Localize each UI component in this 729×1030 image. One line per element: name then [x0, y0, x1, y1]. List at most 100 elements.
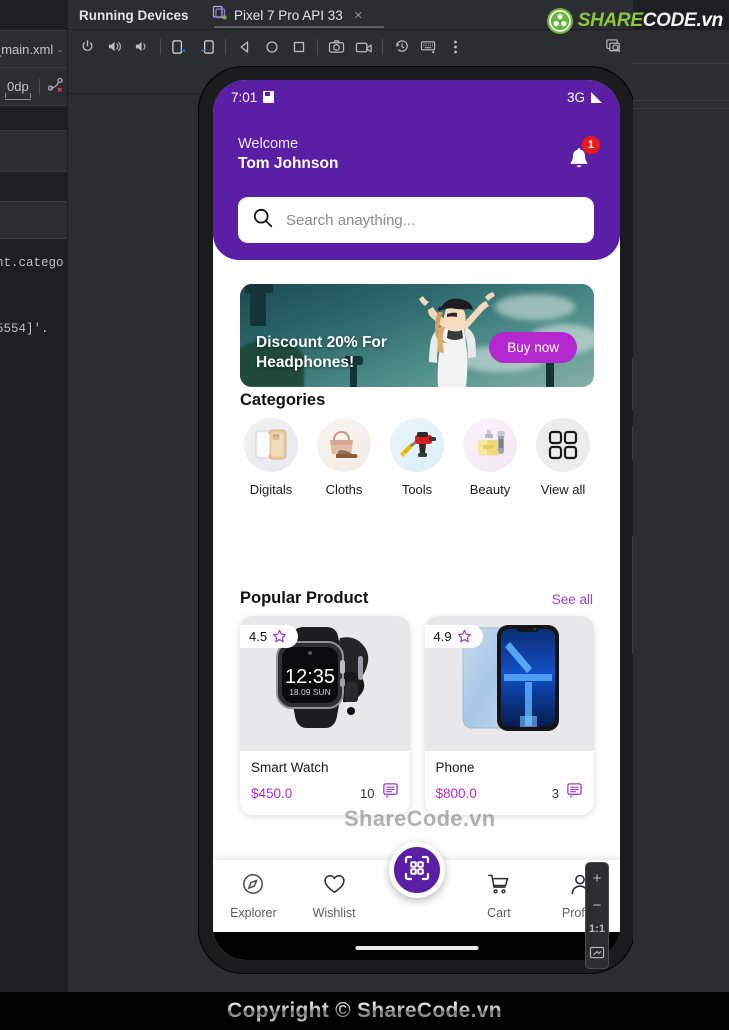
banner-person-image [419, 292, 495, 387]
volume-up-icon[interactable] [101, 33, 128, 60]
product-card-smart-watch[interactable]: 4.5 12:35 18.09 SUN Smart Watch $450.0 1… [240, 616, 410, 815]
smart-watch-image: 4.5 12:35 18.09 SUN [240, 616, 410, 751]
shopping-cart-icon [486, 872, 511, 901]
home-icon[interactable] [258, 33, 285, 60]
actual-size-button[interactable]: 1:1 [589, 923, 605, 935]
category-label: View all [540, 482, 586, 497]
volume-down-icon[interactable] [128, 33, 155, 60]
fit-to-screen-icon[interactable] [588, 944, 606, 962]
zoom-controls: + − 1:1 [585, 862, 609, 969]
history-icon[interactable] [388, 33, 415, 60]
inspect-icon[interactable] [600, 33, 627, 60]
smartphone-category-icon [244, 418, 298, 472]
running-devices-panel: Running Devices Pixel 7 Pro API 33 × 7:0… [68, 0, 636, 992]
editor-tab-label: _main.xml [0, 41, 54, 57]
categories-row: Digitals Cloths Tools Beauty View all [240, 418, 594, 497]
left-editor-strip: _main.xml ⌄ 0dp [0, 0, 68, 1030]
more-options-icon[interactable] [442, 33, 469, 60]
app-header: 7:01 3G Welcome Tom Johnson 1 Search ana… [213, 80, 620, 260]
left-editor-tabbar [0, 0, 68, 30]
greeting-text: Welcome [238, 136, 299, 152]
editor-tab-main-xml[interactable]: _main.xml ⌄ [0, 30, 68, 68]
app-screen: 7:01 3G Welcome Tom Johnson 1 Search ana… [213, 80, 620, 960]
search-input[interactable]: Search anaything... [238, 197, 594, 243]
nav-item-wishlist[interactable]: Wishlist [294, 872, 375, 920]
code-fragment-category: nt.catego [0, 256, 64, 270]
buy-now-button[interactable]: Buy now [489, 332, 577, 363]
logo-tld-text: .vn [696, 10, 723, 31]
rotate-left-icon[interactable] [166, 33, 193, 60]
keyboard-icon[interactable] [415, 33, 442, 60]
device-screen-bezel: 7:01 3G Welcome Tom Johnson 1 Search ana… [213, 80, 620, 960]
perfume-shaver-category-icon [463, 418, 517, 472]
bottom-watermark-bar: Copyright © ShareCode.vn [0, 992, 729, 1030]
category-item-tools[interactable]: Tools [386, 418, 448, 497]
signal-bars-icon [591, 91, 602, 103]
rating-value: 4.9 [433, 629, 452, 644]
overview-icon[interactable] [285, 33, 312, 60]
notification-bell-icon[interactable]: 1 [562, 136, 600, 176]
grid-view-all-icon [536, 418, 590, 472]
gesture-bar[interactable] [355, 946, 478, 950]
nav-label: Cart [487, 906, 511, 920]
category-item-view-all[interactable]: View all [532, 418, 594, 497]
product-price: $450.0 [251, 785, 293, 801]
categories-title: Categories [240, 391, 326, 409]
constraint-dp-chip[interactable]: 0dp [5, 78, 31, 100]
gesture-nav-area [213, 932, 620, 960]
zoom-out-button[interactable]: − [588, 896, 606, 914]
rating-value: 4.5 [249, 629, 268, 644]
search-placeholder: Search anaything... [286, 211, 416, 229]
chevron-down-icon[interactable]: ⌄ [56, 44, 64, 55]
category-label: Beauty [469, 482, 511, 497]
promo-banner[interactable]: Discount 20% For Headphones! Buy now [240, 284, 594, 387]
banner-headline-line1: Discount 20% For [256, 333, 387, 351]
close-icon[interactable]: × [354, 8, 363, 23]
comment-icon[interactable] [382, 782, 399, 804]
emulator-device-frame: 7:01 3G Welcome Tom Johnson 1 Search ana… [199, 67, 636, 973]
comment-count: 3 [551, 785, 559, 801]
category-label: Cloths [325, 482, 363, 497]
handbag-shoe-category-icon [317, 418, 371, 472]
category-item-cloths[interactable]: Cloths [313, 418, 375, 497]
device-icon [212, 5, 227, 25]
back-icon[interactable] [231, 33, 258, 60]
star-icon [272, 629, 287, 643]
nav-item-cart[interactable]: Cart [459, 872, 540, 920]
constraint-chain-icon[interactable] [47, 77, 65, 97]
qr-scan-fab-button[interactable] [388, 842, 445, 898]
nav-item-explorer[interactable]: Explorer [213, 872, 294, 920]
layout-constraint-toolbar: 0dp [0, 68, 68, 106]
screenshot-icon[interactable] [323, 33, 350, 60]
nav-label: Explorer [230, 906, 277, 920]
svg-text:12:35: 12:35 [285, 666, 335, 688]
sharecode-logo-text: SHARECODE.vn [577, 10, 724, 32]
panel-title: Running Devices [79, 7, 189, 23]
zoom-in-button[interactable]: + [588, 869, 606, 887]
toolbar-divider [38, 78, 40, 95]
emulator-toolbar [68, 30, 633, 94]
logo-share-text: SHARE [577, 10, 643, 31]
star-icon [457, 629, 471, 643]
heart-icon [322, 872, 347, 901]
product-name: Phone [435, 760, 475, 775]
constraint-dp-value: 0dp [7, 78, 29, 94]
notification-badge: 1 [582, 136, 600, 154]
category-item-digitals[interactable]: Digitals [240, 418, 302, 497]
record-icon[interactable] [350, 33, 377, 60]
device-tab-label: Pixel 7 Pro API 33 [234, 7, 343, 23]
sharecode-logo: SHARECODE.vn [546, 8, 724, 34]
category-item-beauty[interactable]: Beauty [459, 418, 521, 497]
compass-icon [241, 872, 265, 901]
status-bar: 7:01 3G [213, 86, 620, 108]
sharecode-logo-icon [546, 8, 573, 34]
product-card-phone[interactable]: 4.9 Phone $800.0 3 [424, 616, 594, 815]
comment-icon[interactable] [566, 782, 583, 804]
nav-label: Wishlist [312, 906, 356, 920]
see-all-link[interactable]: See all [552, 592, 593, 607]
power-icon[interactable] [74, 33, 101, 60]
product-price: $800.0 [435, 785, 477, 801]
category-label: Tools [401, 482, 433, 497]
rotate-right-icon[interactable] [193, 33, 220, 60]
comment-count: 10 [360, 785, 375, 801]
